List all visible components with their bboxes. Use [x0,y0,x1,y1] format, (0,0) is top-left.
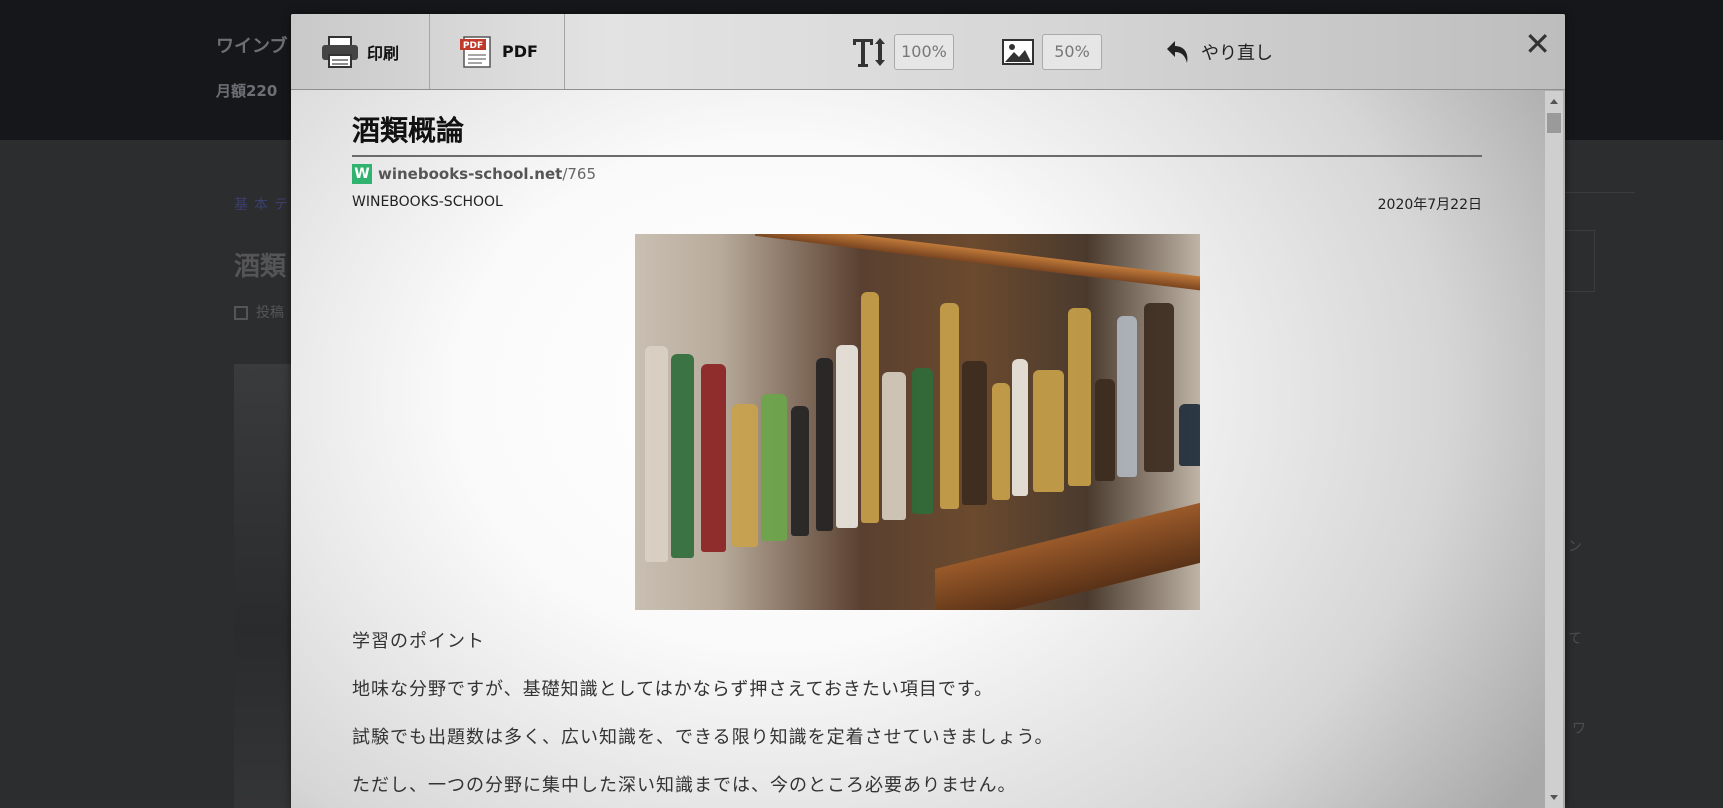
article-title: 酒類概論 [352,91,1482,157]
scroll-up-arrow-icon[interactable] [1550,99,1558,104]
image-size-input[interactable]: 50% [1042,34,1102,70]
article-meta: WINEBOOKS-SCHOOL 2020年7月22日 [352,194,1482,214]
bottle-shape [790,405,809,536]
print-preview-modal: 印刷 PDF PDF 100% 50% やり直し ✕ 酒類概論 W winebo… [291,14,1565,808]
article-author: WINEBOOKS-SCHOOL [352,194,503,210]
source-path: /765 [562,165,596,183]
source-domain: winebooks-school.net [378,165,563,183]
undo-label: やり直し [1201,43,1273,64]
bottle-shape [1116,316,1137,478]
background-sidebar-text-2: て [1568,631,1582,647]
pdf-button[interactable]: PDF PDF [430,14,565,89]
bottle-shape [860,292,879,524]
calendar-icon [234,306,248,320]
scroll-thumb[interactable] [1547,113,1561,133]
close-button[interactable]: ✕ [1524,28,1551,60]
bottle-shape [991,382,1010,500]
print-label: 印刷 [367,43,400,63]
article-hero-image [634,234,1200,610]
shelf-shape [934,499,1200,610]
bottle-shape [1143,303,1174,473]
background-breadcrumb: 基本テ [234,197,294,213]
text-size-input[interactable]: 100% [894,34,954,70]
scroll-down-arrow-icon[interactable] [1550,795,1558,800]
image-size-control: 50% [1002,34,1102,70]
article-paragraph: 地味な分野ですが、基礎知識としてはかならず押さえておきたい項目です。 [352,679,994,700]
background-sidebar-text-1: ン [1568,539,1582,555]
site-logo-icon: W [352,164,372,184]
bottle-shape [1178,404,1200,467]
bottle-shape [815,358,833,532]
bottle-shape [700,364,726,553]
bottle-shape [961,361,987,506]
background-site-subtitle: 月額220 [216,82,278,100]
bottle-shape [835,344,858,528]
background-posted-label: 投稿 [256,305,284,321]
undo-button[interactable]: やり直し [1165,34,1273,70]
article-body: 学習のポイント 地味な分野ですが、基礎知識としてはかならず押さえておきたい項目で… [352,630,1482,798]
article-paragraph: ただし、一つの分野に集中した深い知識までは、今のところ必要ありません。 [352,775,1017,796]
bottle-shape [1094,379,1115,482]
bottle-shape [644,346,668,563]
undo-icon [1167,41,1188,63]
printer-icon [322,35,358,68]
bottle-shape [670,353,694,558]
source-row: W winebooks-school.net/765 [352,163,1482,185]
background-posted: 投稿 [234,302,284,322]
article-paragraph: 試験でも出題数は多く、広い知識を、できる限り知識を定着させていきましょう。 [352,727,1054,748]
background-site-title: ワインブ [216,36,288,57]
bottle-shape [1011,359,1028,497]
background-article-title: 酒類 [234,252,287,282]
background-sidebar-text-3: ワ [1572,721,1586,737]
bottle-shape [1067,308,1091,487]
pdf-label: PDF [502,42,538,61]
bottle-shape [1032,370,1064,493]
bottle-shape [760,394,787,542]
article-date: 2020年7月22日 [1377,197,1482,213]
print-toolbar: 印刷 PDF PDF 100% 50% やり直し ✕ [291,14,1565,90]
text-size-icon [853,38,885,67]
bottle-shape [881,371,906,520]
print-button[interactable]: 印刷 [291,14,430,89]
pdf-icon: PDF [460,35,491,68]
shelf-shape [754,234,1200,293]
article-paragraph: 学習のポイント [352,631,485,652]
vertical-scrollbar[interactable] [1545,91,1563,808]
bottle-shape [731,403,758,547]
svg-text:PDF: PDF [463,41,483,51]
bottle-shape [939,303,959,510]
text-size-control: 100% [852,34,954,70]
background-article-image [234,364,294,808]
image-icon [1002,39,1034,65]
bottle-shape [911,368,933,515]
article-preview: 酒類概論 W winebooks-school.net/765 WINEBOOK… [352,91,1482,808]
